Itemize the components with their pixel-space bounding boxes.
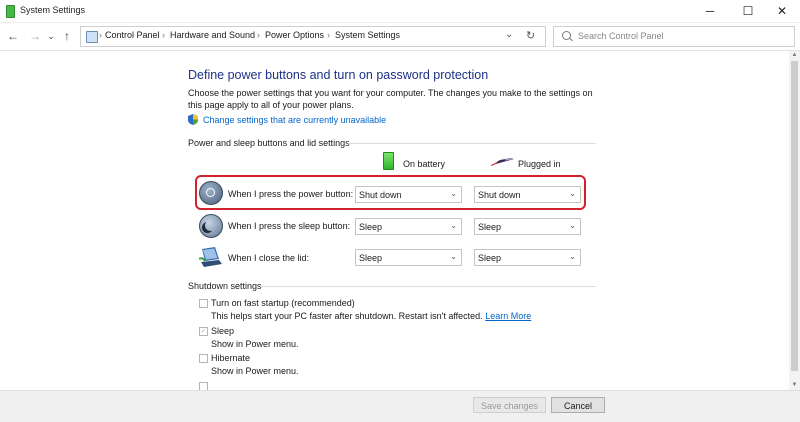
address-bar[interactable]: › Control Panel › Hardware and Sound › P… — [80, 26, 546, 47]
breadcrumb-system-settings[interactable]: System Settings — [335, 30, 400, 40]
control-panel-icon — [86, 31, 98, 43]
uac-shield-icon — [188, 114, 198, 125]
sleep-button-on-battery-select[interactable]: Sleep ⌄ — [355, 218, 462, 235]
breadcrumb-control-panel[interactable]: Control Panel — [105, 30, 160, 40]
scroll-up-arrow-icon[interactable]: ▲ — [789, 51, 800, 60]
search-icon — [562, 31, 571, 40]
up-button[interactable]: ↑ — [60, 28, 74, 44]
maximize-button[interactable]: ☐ — [730, 0, 766, 22]
forward-button[interactable]: → — [28, 28, 42, 44]
sleep-checkbox[interactable]: ✓ — [199, 327, 208, 336]
select-value: Sleep — [478, 222, 502, 232]
scrollbar-thumb[interactable] — [791, 61, 798, 371]
battery-icon — [383, 152, 394, 170]
page-description: Choose the power settings that you want … — [188, 88, 593, 110]
recent-locations-button[interactable]: ⌄ — [46, 28, 56, 44]
chevron-down-icon: ⌄ — [569, 189, 576, 198]
select-value: Shut down — [478, 190, 521, 200]
select-value: Sleep — [359, 222, 383, 232]
chevron-down-icon: ⌄ — [450, 189, 457, 198]
window-title: System Settings — [20, 5, 86, 15]
save-changes-button[interactable]: Save changes — [473, 397, 546, 413]
power-button-on-battery-select[interactable]: Shut down ⌄ — [355, 186, 462, 203]
lock-checkbox[interactable] — [199, 382, 208, 390]
on-battery-header: On battery — [403, 159, 446, 169]
minimize-button[interactable]: ─ — [692, 0, 728, 22]
power-button-label: When I press the power button: — [228, 189, 354, 199]
section-divider — [260, 286, 596, 287]
breadcrumb-power-options[interactable]: Power Options — [265, 30, 324, 40]
breadcrumb-separator: › — [99, 30, 102, 40]
close-button[interactable]: ✕ — [764, 0, 800, 22]
cancel-button[interactable]: Cancel — [551, 397, 605, 413]
hibernate-checkbox[interactable] — [199, 354, 208, 363]
select-value: Sleep — [359, 253, 383, 263]
chevron-down-icon: ⌄ — [450, 221, 457, 230]
footer-bar: Save changes Cancel — [0, 390, 800, 422]
learn-more-link[interactable]: Learn More — [485, 311, 531, 321]
chevron-down-icon: ⌄ — [450, 252, 457, 261]
power-button-icon — [199, 181, 223, 205]
back-button[interactable]: ← — [6, 28, 20, 44]
close-lid-plugged-in-select[interactable]: Sleep ⌄ — [474, 249, 581, 266]
fast-startup-checkbox[interactable] — [199, 299, 208, 308]
plugged-in-header: Plugged in — [518, 159, 561, 169]
shutdown-section-title: Shutdown settings — [188, 281, 262, 291]
search-input[interactable]: Search Control Panel — [578, 31, 664, 41]
refresh-button[interactable]: ↻ — [526, 29, 535, 42]
change-settings-link[interactable]: Change settings that are currently unava… — [203, 115, 386, 125]
vertical-scrollbar[interactable]: ▲ ▼ — [789, 51, 800, 390]
main-content: Define power buttons and turn on passwor… — [0, 51, 800, 390]
hibernate-option-label: Hibernate — [211, 353, 251, 363]
chevron-down-icon: ⌄ — [569, 252, 576, 261]
breadcrumb-separator: › — [162, 30, 165, 40]
fast-startup-label: Turn on fast startup (recommended) — [211, 298, 355, 308]
select-value: Shut down — [359, 190, 402, 200]
search-box[interactable]: Search Control Panel — [553, 26, 795, 47]
section-divider — [348, 143, 596, 144]
sleep-button-icon — [199, 214, 223, 238]
close-lid-on-battery-select[interactable]: Sleep ⌄ — [355, 249, 462, 266]
address-dropdown-button[interactable]: ⌄ — [505, 29, 513, 40]
page-title: Define power buttons and turn on passwor… — [188, 68, 489, 82]
system-settings-app-icon — [6, 5, 15, 18]
fast-startup-desc-text: This helps start your PC faster after sh… — [211, 311, 483, 321]
sleep-option-description: Show in Power menu. — [211, 339, 299, 349]
hibernate-option-description: Show in Power menu. — [211, 366, 299, 376]
chevron-down-icon: ⌄ — [569, 221, 576, 230]
fast-startup-description: This helps start your PC faster after sh… — [211, 311, 531, 321]
breadcrumb-hardware-and-sound[interactable]: Hardware and Sound — [170, 30, 255, 40]
sleep-button-label: When I press the sleep button: — [228, 221, 351, 231]
laptop-lid-icon — [199, 247, 222, 267]
sleep-option-label: Sleep — [211, 326, 235, 336]
close-lid-label: When I close the lid: — [228, 253, 310, 263]
sleep-button-plugged-in-select[interactable]: Sleep ⌄ — [474, 218, 581, 235]
breadcrumb-separator: › — [257, 30, 260, 40]
power-button-plugged-in-select[interactable]: Shut down ⌄ — [474, 186, 581, 203]
navigation-bar: ← → ⌄ ↑ › Control Panel › Hardware and S… — [0, 23, 800, 51]
title-bar: System Settings ─ ☐ ✕ — [0, 0, 800, 23]
power-section-title: Power and sleep buttons and lid settings — [188, 138, 350, 148]
select-value: Sleep — [478, 253, 502, 263]
scroll-down-arrow-icon[interactable]: ▼ — [789, 381, 800, 390]
plug-icon — [491, 158, 514, 166]
breadcrumb-separator: › — [327, 30, 330, 40]
